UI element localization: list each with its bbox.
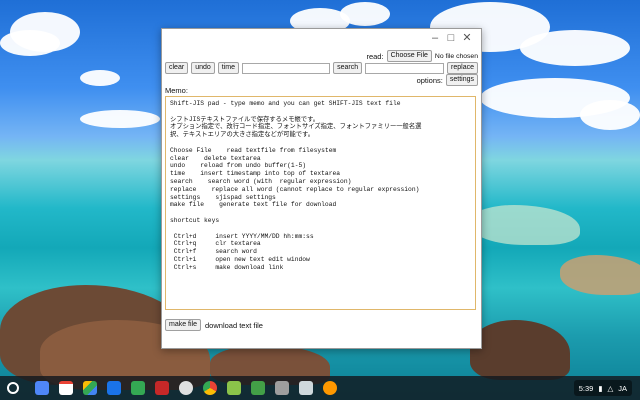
memo-text: Shift-JIS pad - type memo and you can ge… <box>170 100 422 271</box>
app3-icon[interactable] <box>275 381 289 395</box>
options-label: options: <box>416 75 443 85</box>
sand-patch-2 <box>560 255 640 295</box>
photos-icon[interactable] <box>107 381 121 395</box>
rock-4 <box>470 320 570 380</box>
cloud-7 <box>520 30 630 66</box>
undo-button[interactable]: undo <box>191 62 215 74</box>
cloud-10 <box>80 110 160 128</box>
store-icon[interactable] <box>227 381 241 395</box>
read-label: read: <box>366 51 384 61</box>
android-icon[interactable] <box>323 381 337 395</box>
app4-icon[interactable] <box>299 381 313 395</box>
minimize-icon[interactable]: – <box>429 32 441 44</box>
close-icon[interactable]: ✕ <box>461 32 473 44</box>
maps-icon[interactable] <box>131 381 145 395</box>
ime-indicator: JA <box>618 383 627 393</box>
status-tray[interactable]: 5:39 ▮ △ JA <box>573 380 632 396</box>
files-icon[interactable] <box>35 381 49 395</box>
clock-text: 5:39 <box>578 383 594 393</box>
memo-label-row: Memo: <box>165 86 478 95</box>
shelf <box>0 376 640 400</box>
toolbar-row: clear undo time search replace <box>165 62 478 74</box>
make-file-row: make file download text file <box>165 319 478 331</box>
download-text-file-link[interactable]: download text file <box>205 321 263 330</box>
clear-button[interactable]: clear <box>165 62 189 74</box>
app-icon[interactable] <box>155 381 169 395</box>
replace-button[interactable]: replace <box>447 62 478 74</box>
time-button[interactable]: time <box>217 62 239 74</box>
search-input[interactable] <box>242 62 331 74</box>
app2-icon[interactable] <box>179 381 193 395</box>
title-bar[interactable]: – □ ✕ <box>162 29 481 47</box>
wifi-icon: △ <box>607 383 614 393</box>
cloud-3 <box>80 70 120 86</box>
gmail-icon[interactable] <box>59 381 73 395</box>
read-row: read: Choose File No file chosen <box>165 50 478 62</box>
memo-textarea[interactable]: Shift-JIS pad - type memo and you can ge… <box>165 96 476 310</box>
make-file-button[interactable]: make file <box>165 319 202 331</box>
no-file-chosen-text: No file chosen <box>434 52 478 60</box>
settings-button[interactable]: settings <box>445 74 478 86</box>
memo-label: Memo: <box>165 86 188 95</box>
cloud-2 <box>0 30 60 56</box>
maximize-icon[interactable]: □ <box>445 32 457 44</box>
chrome-icon[interactable] <box>203 381 217 395</box>
options-row: options: settings <box>165 74 478 86</box>
sjispad-window: – □ ✕ read: Choose File No file chosen c… <box>161 28 482 349</box>
cloud-9 <box>580 100 640 130</box>
choose-file-button[interactable]: Choose File <box>386 50 432 62</box>
doc-icon[interactable] <box>251 381 265 395</box>
replace-input[interactable] <box>365 62 445 74</box>
sand-patch-1 <box>470 205 580 245</box>
search-button[interactable]: search <box>333 62 363 74</box>
battery-icon: ▮ <box>598 383 603 393</box>
launcher-icon[interactable] <box>7 382 19 394</box>
cloud-5 <box>340 2 390 26</box>
drive-icon[interactable] <box>83 381 97 395</box>
